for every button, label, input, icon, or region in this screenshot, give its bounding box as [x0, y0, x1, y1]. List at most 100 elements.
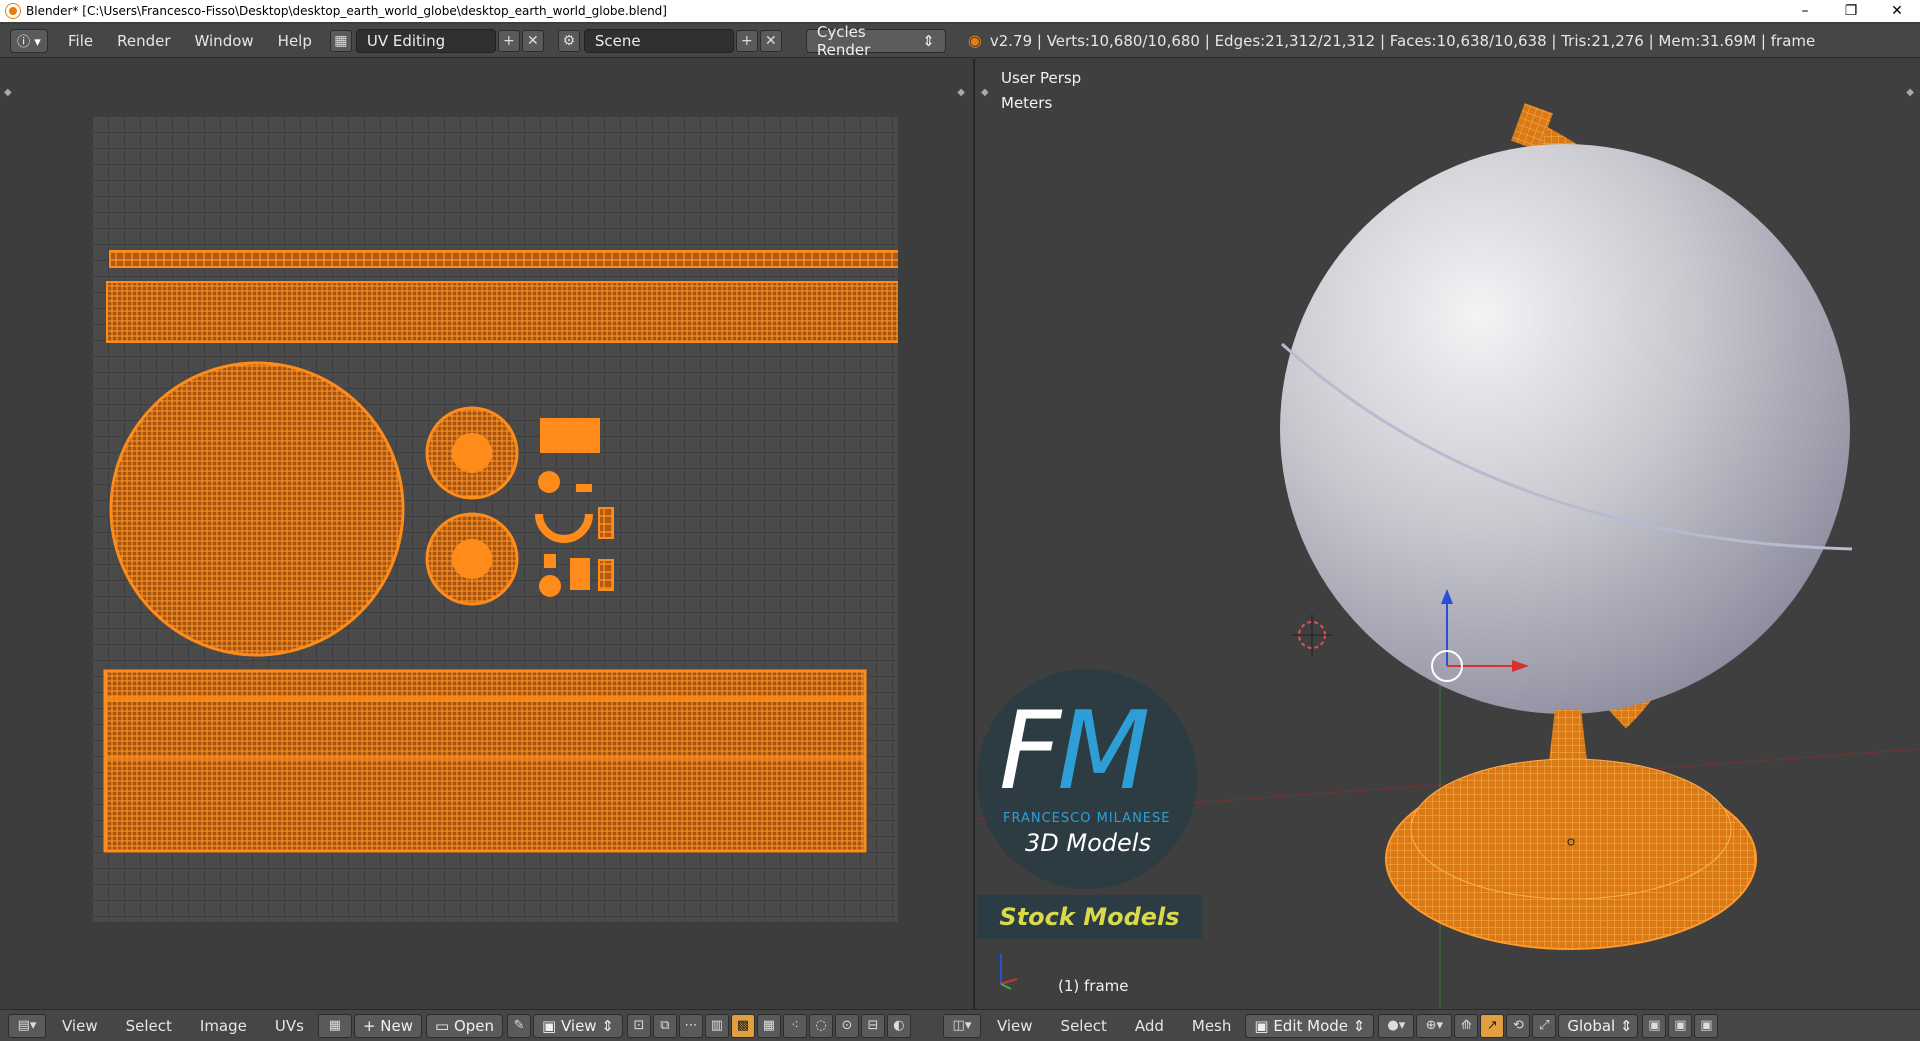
interaction-mode-label: Edit Mode: [1273, 1016, 1349, 1035]
transform-orientation-label: Global: [1567, 1016, 1616, 1035]
window-titlebar: Blender* [C:\Users\Francesco-Fisso\Deskt…: [0, 0, 1920, 22]
menu-help[interactable]: Help: [266, 32, 324, 50]
select-edge-icon[interactable]: ▥: [704, 1013, 729, 1038]
select-island-icon[interactable]: ▦: [756, 1013, 781, 1038]
view-mode-label: View: [560, 1016, 597, 1035]
menu-file[interactable]: File: [56, 32, 105, 50]
uv-islands[interactable]: [92, 116, 898, 922]
uv-image-editor[interactable]: ◆ ◆: [0, 59, 975, 1009]
screen-layout-dropdown[interactable]: UV Editing: [355, 28, 496, 53]
view-mode-dropdown[interactable]: ▣ View ⇕: [533, 1013, 623, 1038]
globe-sphere: [1280, 144, 1850, 714]
pivot-point-icon[interactable]: ⊕▾: [1416, 1013, 1453, 1038]
frame-label: (1) frame: [1058, 977, 1129, 995]
3d-menu-add[interactable]: Add: [1121, 1017, 1178, 1035]
render-engine-dropdown[interactable]: Cycles Render ⇕: [805, 23, 946, 59]
chevron-updown-icon: ⇕: [922, 31, 935, 50]
uv-island-sphere: [109, 361, 405, 657]
uv-island-base-line-1: [105, 696, 865, 702]
uv-menu-view[interactable]: View: [48, 1017, 112, 1035]
editor-type-info-button[interactable]: ⓘ ▾: [10, 28, 48, 53]
menu-render[interactable]: Render: [105, 32, 182, 50]
watermark-subtitle: 3D Models: [1025, 829, 1151, 857]
panel-expand-icon-right[interactable]: ◆: [957, 87, 965, 98]
edit-mode-icon: ▣: [1254, 1016, 1274, 1035]
uv-menu-image[interactable]: Image: [186, 1017, 261, 1035]
sticky-mode-icon[interactable]: ⁖: [782, 1013, 807, 1038]
viewport-shading-icon[interactable]: ◐: [886, 1013, 911, 1038]
snap-element-icon[interactable]: ⊟: [860, 1013, 885, 1038]
transform-orientation-dropdown[interactable]: Global ⇕: [1558, 1013, 1639, 1038]
uv-island-band: [106, 281, 898, 343]
watermark-m: M: [1057, 689, 1150, 814]
new-image-label: New: [380, 1016, 413, 1035]
uv-grid[interactable]: [92, 116, 898, 922]
blender-logo-icon: ◉: [967, 31, 982, 50]
select-vertex-icon[interactable]: ⋯: [678, 1013, 703, 1038]
interaction-mode-dropdown[interactable]: ▣ Edit Mode ⇕: [1245, 1013, 1375, 1038]
remove-scene-icon[interactable]: ✕: [759, 29, 782, 52]
uv-island-small-3: [570, 558, 590, 590]
pin-icon[interactable]: ✎: [507, 1013, 532, 1038]
minimize-button[interactable]: –: [1782, 0, 1828, 22]
layer-icon-2[interactable]: ▣: [1668, 1013, 1693, 1038]
scene-stats: v2.79 | Verts:10,680/10,680 | Edges:21,3…: [989, 31, 1816, 50]
screen-layout-icon[interactable]: ▦: [329, 29, 352, 52]
uv-island-pin-1: [598, 507, 614, 539]
pivot-icon[interactable]: ⊡: [626, 1013, 651, 1038]
3d-menu-select[interactable]: Select: [1047, 1017, 1121, 1035]
restore-button[interactable]: ❐: [1828, 0, 1874, 22]
watermark-badge: Stock Models: [977, 895, 1202, 939]
uv-island-ring-2-center: [452, 539, 492, 579]
uv-island-small-dot-1: [538, 471, 560, 493]
watermark-name: FRANCESCO MILANESE: [1003, 811, 1171, 826]
new-image-button[interactable]: + New: [353, 1013, 422, 1038]
viewport-shading-solid-icon[interactable]: ●▾: [1378, 1013, 1415, 1038]
uv-island-arc: [535, 513, 593, 543]
layer-icon-1[interactable]: ▣: [1642, 1013, 1667, 1038]
snap-icon[interactable]: ⊙: [834, 1013, 859, 1038]
open-image-label: Open: [453, 1016, 495, 1035]
scene-icon[interactable]: ⚙: [557, 29, 580, 52]
uv-island-pin-2: [598, 559, 614, 591]
sync-selection-icon[interactable]: ⧉: [652, 1013, 677, 1038]
editor-type-3d-icon[interactable]: ◫▾: [942, 1013, 981, 1038]
image-browse-icon[interactable]: ▦: [317, 1013, 352, 1038]
axis-mini-x: [1000, 978, 1018, 985]
manipulator-toggle-icon[interactable]: ⟰: [1454, 1013, 1479, 1038]
uv-island-small-2: [544, 554, 556, 568]
uv-island-ring-1-center: [452, 433, 492, 473]
uv-menu-select[interactable]: Select: [112, 1017, 186, 1035]
bottom-headers: ▤▾ View Select Image UVs ▦ + New ▭ Open …: [0, 1009, 1920, 1041]
uv-menu-uvs[interactable]: UVs: [261, 1017, 318, 1035]
uv-island-strip-top: [109, 250, 898, 268]
panel-expand-icon[interactable]: ◆: [4, 87, 12, 98]
stand-base-top: [1410, 758, 1732, 900]
editor-type-uv-icon[interactable]: ▤▾: [8, 1013, 46, 1038]
3d-viewport[interactable]: ◆ ◆ User Persp Meters (1) frame FM FRANC…: [977, 59, 1920, 1009]
3d-menu-view[interactable]: View: [983, 1017, 1047, 1035]
info-header: ⓘ ▾ File Render Window Help ▦ UV Editing…: [0, 23, 1920, 59]
proportional-edit-icon[interactable]: ◌: [808, 1013, 833, 1038]
scale-manipulator-icon[interactable]: ⤢: [1532, 1013, 1557, 1038]
menu-window[interactable]: Window: [183, 32, 266, 50]
layer-icon-3[interactable]: ▣: [1694, 1013, 1719, 1038]
watermark-logo: FM FRANCESCO MILANESE 3D Models Stock Mo…: [977, 669, 1207, 949]
uv-island-base-line-2: [105, 756, 865, 760]
translate-manipulator-icon[interactable]: ↗: [1480, 1013, 1505, 1038]
rotate-manipulator-icon[interactable]: ⟲: [1506, 1013, 1531, 1038]
blender-logo-icon: [5, 3, 21, 19]
folder-icon: ▭: [435, 1016, 454, 1035]
3d-menu-mesh[interactable]: Mesh: [1178, 1017, 1246, 1035]
close-window-button[interactable]: ✕: [1874, 0, 1920, 22]
open-image-button[interactable]: ▭ Open: [426, 1013, 504, 1038]
plus-icon: +: [362, 1016, 381, 1035]
scene-dropdown[interactable]: Scene: [583, 28, 734, 53]
window-title: Blender* [C:\Users\Francesco-Fisso\Deskt…: [26, 4, 667, 18]
add-scene-icon[interactable]: +: [735, 29, 758, 52]
render-engine-label: Cycles Render: [816, 22, 871, 59]
add-layout-icon[interactable]: +: [497, 29, 520, 52]
select-face-icon[interactable]: ▩: [730, 1013, 755, 1038]
remove-layout-icon[interactable]: ✕: [521, 29, 544, 52]
uv-island-small-tab: [576, 484, 592, 492]
